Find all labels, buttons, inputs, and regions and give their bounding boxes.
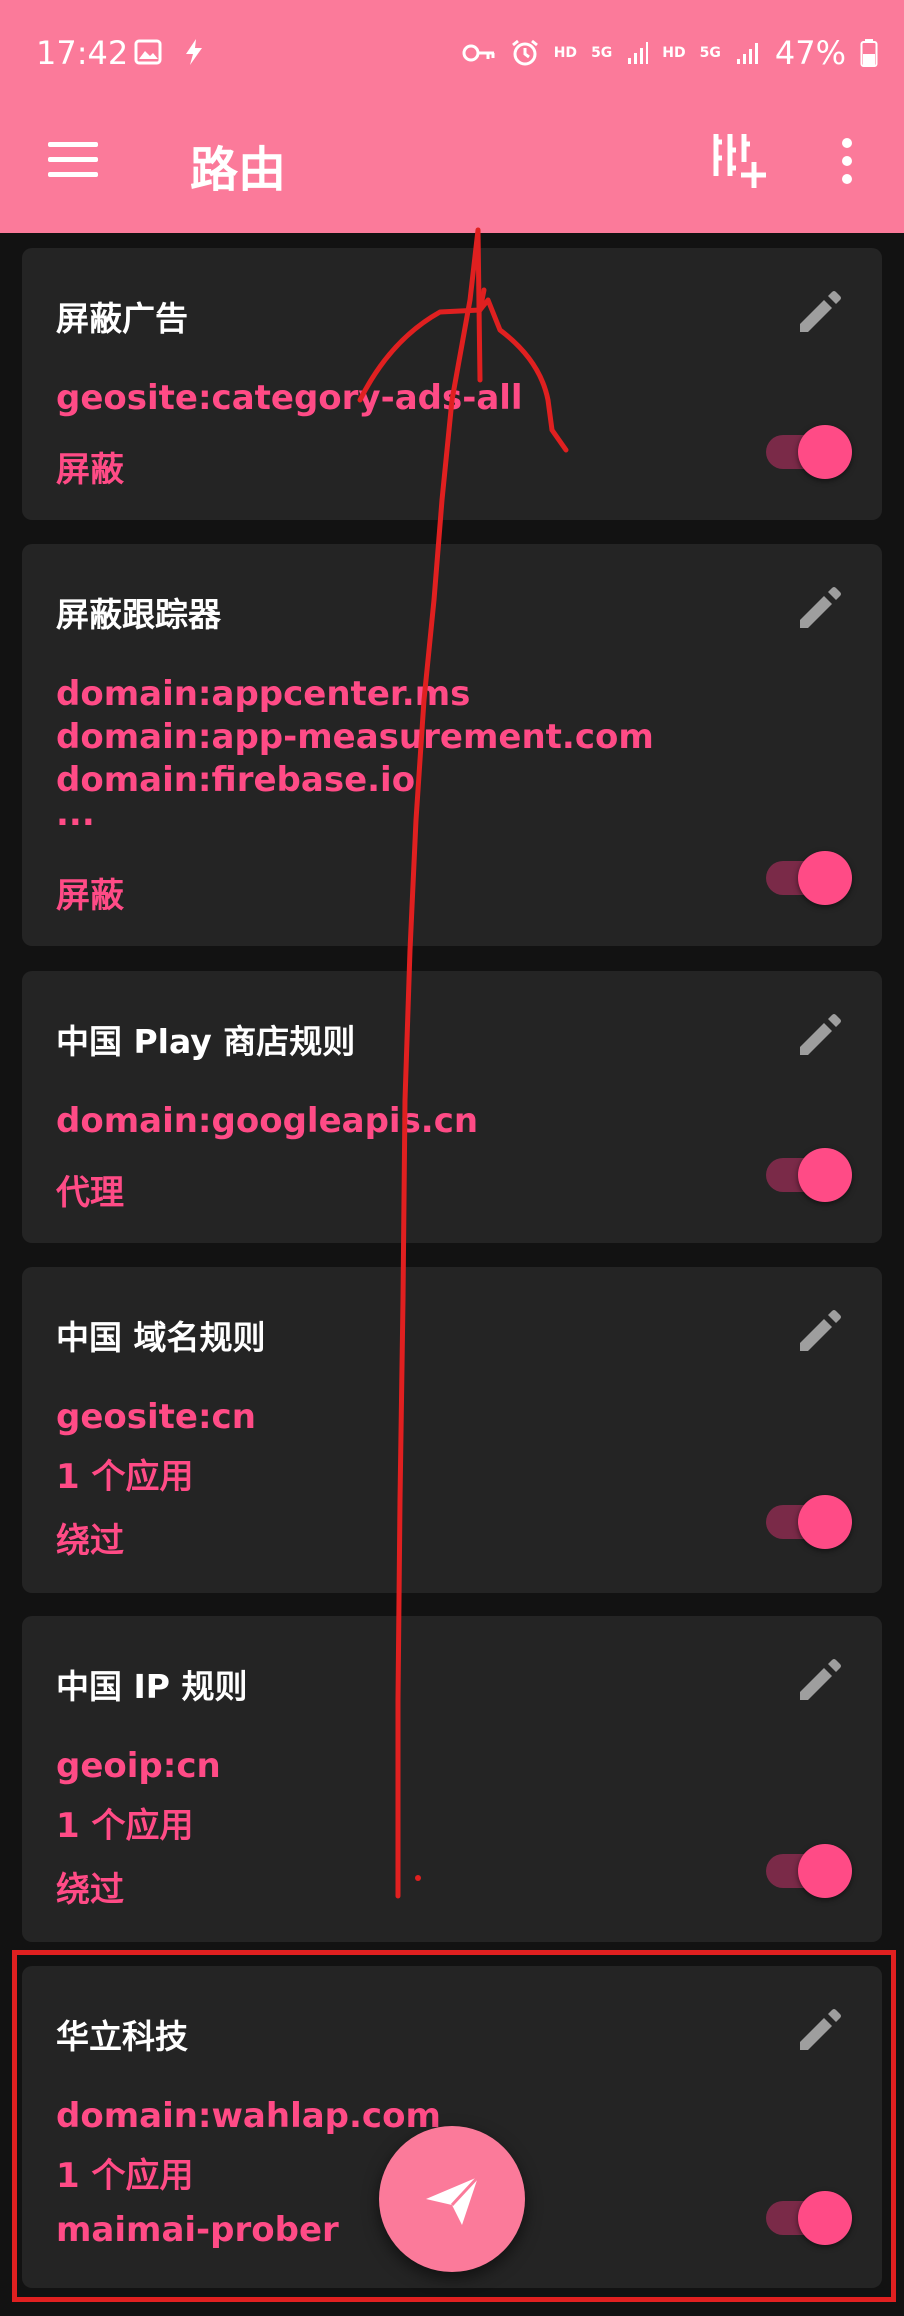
rule-toggle[interactable]: [766, 1491, 852, 1549]
menu-icon: [48, 142, 98, 147]
status-left-icons: [134, 38, 204, 66]
rule-title: 中国 IP 规则: [56, 1667, 248, 1706]
rule-domain: domain:appcenter.ms: [56, 674, 471, 714]
rule-card[interactable]: 中国 Play 商店规则 domain:googleapis.cn 代理: [22, 971, 882, 1243]
rule-title: 华立科技: [56, 2017, 188, 2056]
rule-outbound: 代理: [56, 1173, 124, 1213]
rule-title: 中国 Play 商店规则: [56, 1022, 356, 1061]
send-icon: [426, 2175, 480, 2225]
rule-app-count: 1 个应用: [56, 2156, 194, 2196]
rule-outbound: 绕过: [56, 1870, 124, 1910]
more-vert-icon: [842, 138, 852, 148]
rule-toggle[interactable]: [766, 1144, 852, 1202]
rule-domain: geosite:category-ads-all: [56, 378, 523, 418]
alarm-icon: [511, 39, 538, 66]
rule-outbound: 绕过: [56, 1521, 124, 1561]
rule-toggle[interactable]: [766, 847, 852, 905]
network-label: HD: [553, 45, 578, 61]
signal-icon: [628, 42, 649, 64]
rule-domain: geosite:cn: [56, 1397, 256, 1437]
edit-icon[interactable]: [794, 1305, 846, 1357]
rule-domain: domain:googleapis.cn: [56, 1101, 479, 1141]
rule-domain: domain:firebase.io: [56, 760, 416, 800]
rule-title: 屏蔽跟踪器: [56, 595, 221, 634]
rule-toggle[interactable]: [766, 421, 852, 479]
edit-icon[interactable]: [794, 582, 846, 634]
add-rule-button[interactable]: [712, 132, 766, 190]
battery-percent: 47%: [774, 34, 846, 72]
app-bar: 17:42 HD 5G HD 5G 47% 路由: [0, 0, 904, 233]
key-icon: [462, 44, 495, 62]
connect-fab[interactable]: [379, 2126, 525, 2272]
network-label: 5G: [699, 45, 721, 61]
page-title: 路由: [190, 142, 287, 198]
status-right: HD 5G HD 5G 47%: [462, 34, 878, 72]
rule-ellipsis: ...: [56, 794, 95, 834]
rule-card[interactable]: 屏蔽广告 geosite:category-ads-all 屏蔽: [22, 248, 882, 520]
rule-outbound: 屏蔽: [56, 876, 124, 916]
edit-icon[interactable]: [794, 1009, 846, 1061]
rule-outbound: 屏蔽: [56, 450, 124, 490]
rule-app-count: 1 个应用: [56, 1457, 194, 1497]
rule-toggle[interactable]: [766, 1840, 852, 1898]
menu-button[interactable]: [48, 142, 98, 178]
rule-title: 中国 域名规则: [56, 1318, 266, 1357]
rule-card[interactable]: 中国 IP 规则 geoip:cn 1 个应用 绕过: [22, 1616, 882, 1942]
rule-outbound: maimai-prober: [56, 2210, 339, 2250]
rule-domain: geoip:cn: [56, 1746, 221, 1786]
add-column-icon: [713, 134, 766, 188]
more-options-button[interactable]: [834, 138, 860, 184]
edit-icon[interactable]: [794, 2004, 846, 2056]
signal-icon: [736, 43, 758, 64]
rule-app-count: 1 个应用: [56, 1806, 194, 1846]
rule-card[interactable]: 屏蔽跟踪器 domain:appcenter.ms domain:app-mea…: [22, 544, 882, 946]
rule-domain: domain:wahlap.com: [56, 2096, 441, 2136]
network-label: HD: [662, 45, 686, 61]
network-label: 5G: [591, 45, 613, 61]
rule-domain: domain:app-measurement.com: [56, 717, 654, 757]
battery-icon: [860, 39, 878, 67]
image-icon: [134, 39, 162, 65]
rule-title: 屏蔽广告: [56, 299, 188, 338]
rule-card[interactable]: 中国 域名规则 geosite:cn 1 个应用 绕过: [22, 1267, 882, 1593]
edit-icon[interactable]: [794, 286, 846, 338]
status-time: 17:42: [36, 34, 129, 72]
rule-toggle[interactable]: [766, 2187, 852, 2245]
bolt-icon: [186, 39, 202, 65]
edit-icon[interactable]: [794, 1654, 846, 1706]
